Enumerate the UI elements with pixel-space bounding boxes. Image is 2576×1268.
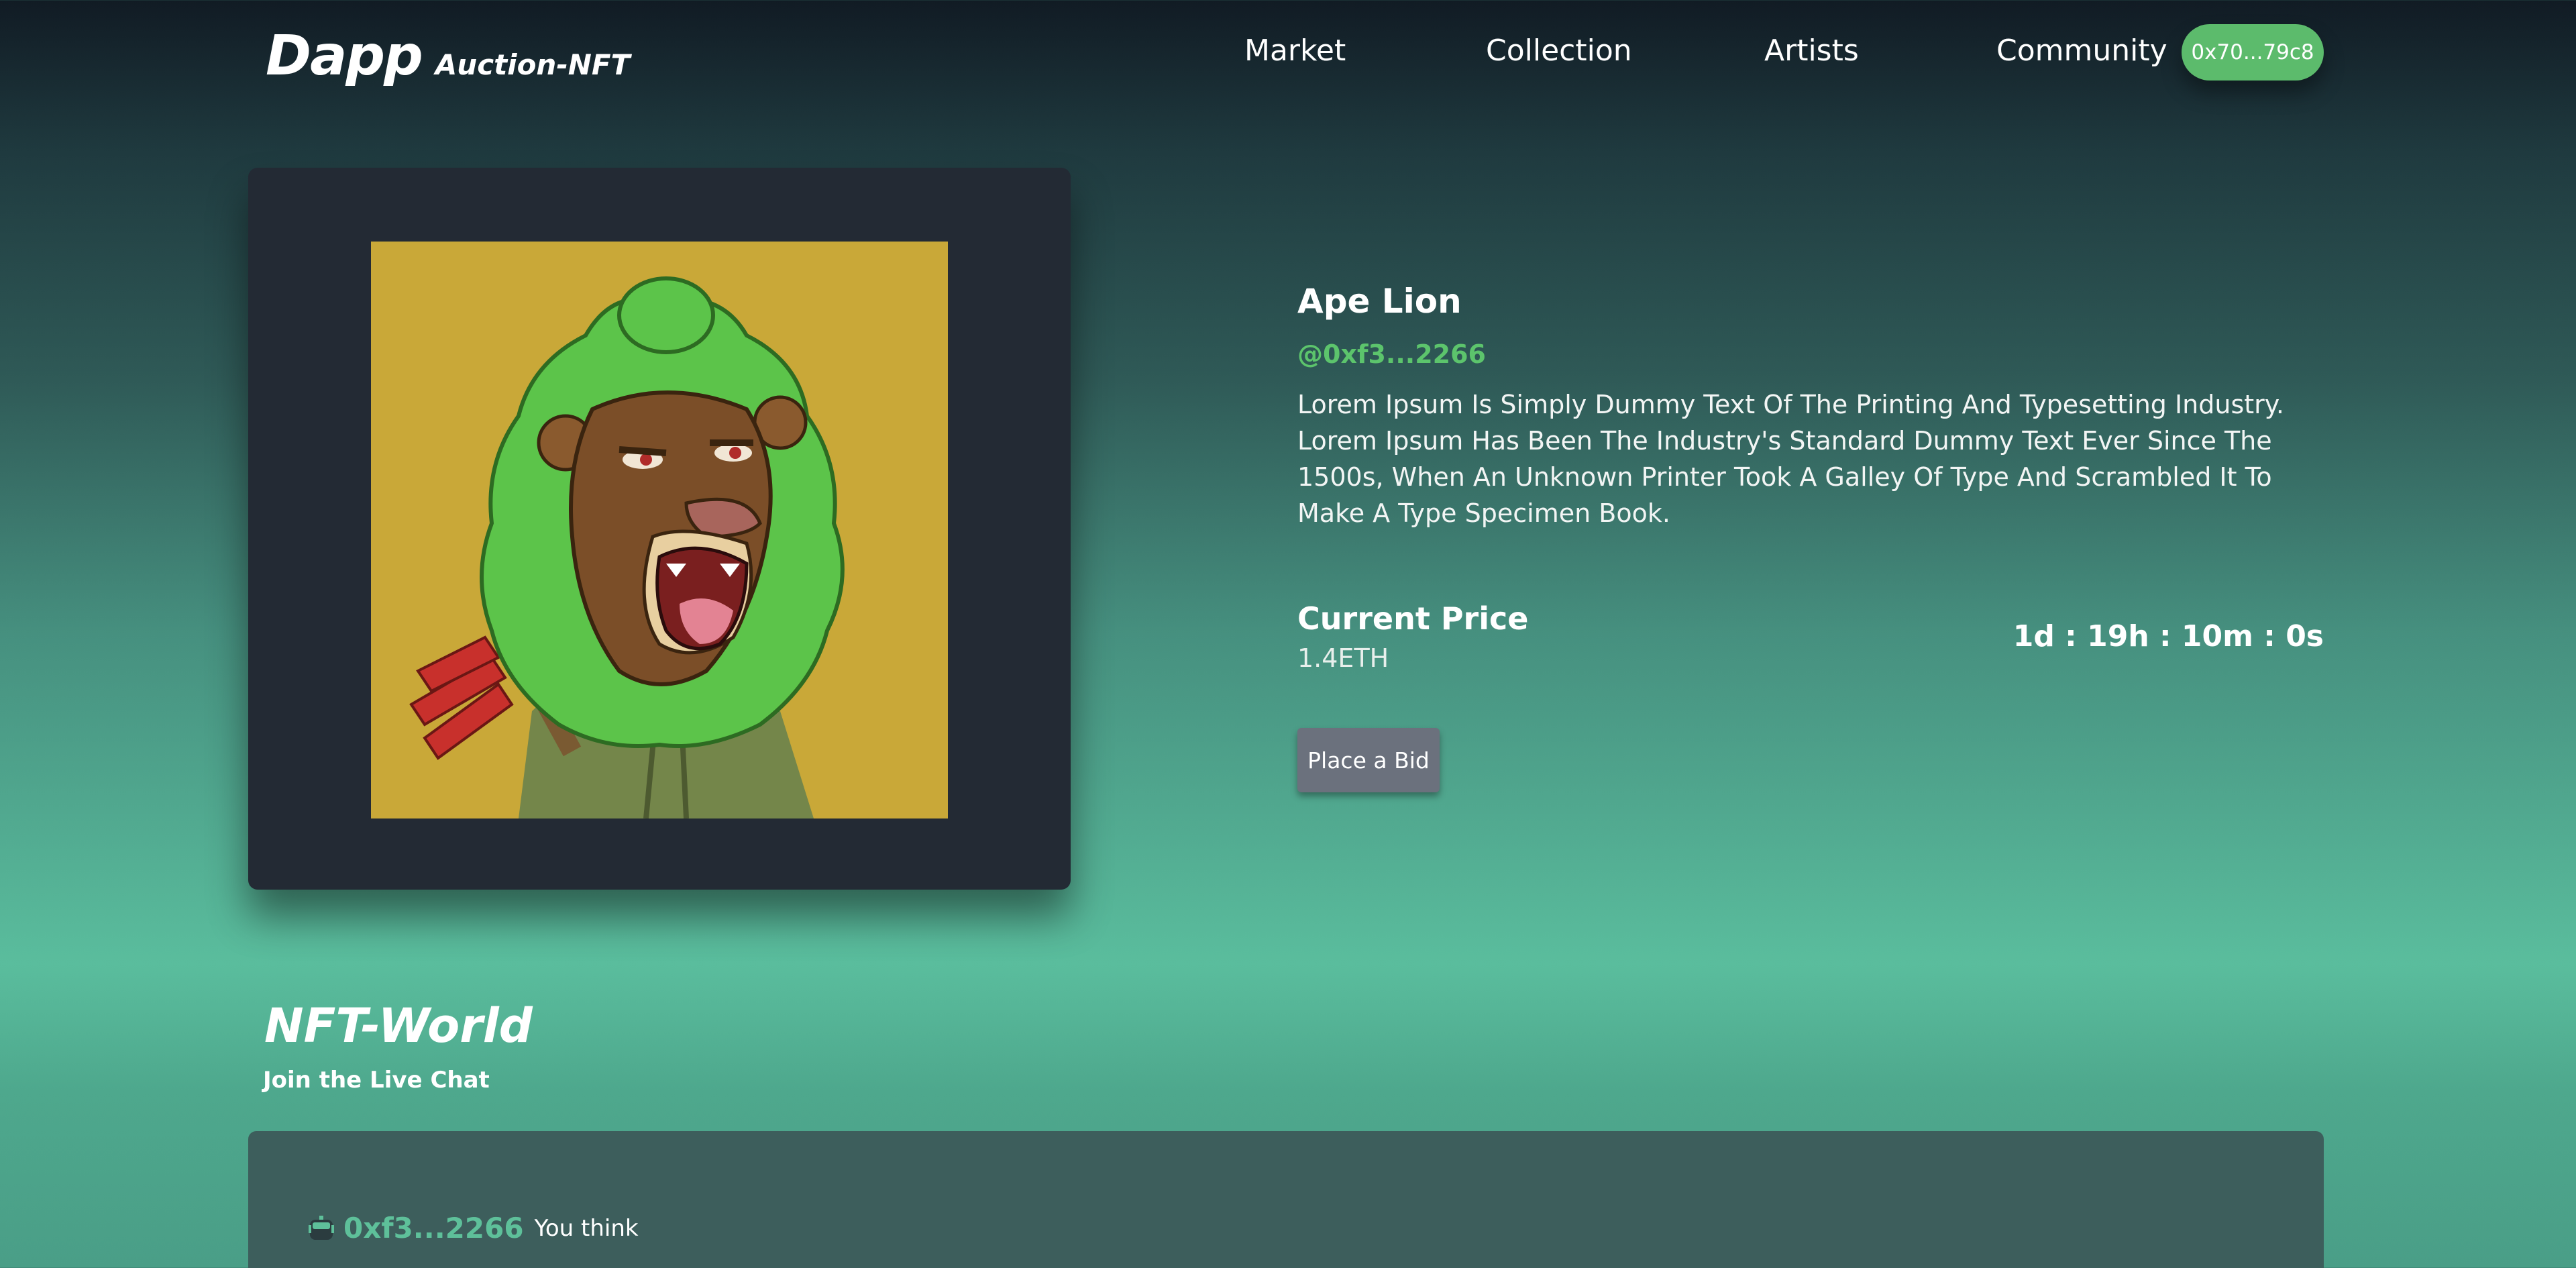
wallet-button[interactable]: 0x70...79c8 (2182, 24, 2324, 81)
chat-section-title: NFT-World (264, 998, 533, 1053)
chat-message-text: You think (534, 1214, 639, 1242)
price-row: Current Price 1.4ETH 1d : 19h : 10m : 0s (1297, 600, 2324, 673)
brand-logo: Dapp (266, 24, 423, 88)
auction-countdown: 1d : 19h : 10m : 0s (2012, 619, 2324, 653)
nft-owner[interactable]: @0xf3...2266 (1297, 339, 2324, 369)
nft-details: Ape Lion @0xf3...2266 Lorem Ipsum Is Sim… (1297, 282, 2324, 531)
nav-link-artists[interactable]: Artists (1764, 34, 1859, 68)
chat-message: 0xf3...2266 You think (306, 1212, 639, 1245)
nft-description: Lorem Ipsum Is Simply Dummy Text Of The … (1297, 390, 2284, 528)
nft-title: Ape Lion (1297, 282, 1462, 321)
chat-section-subtitle: Join the Live Chat (263, 1067, 490, 1094)
nft-card (248, 168, 1071, 890)
brand[interactable]: Dapp Auction-NFT (266, 24, 630, 88)
ape-lion-artwork (371, 242, 948, 818)
nav-link-market[interactable]: Market (1244, 34, 1346, 68)
chat-panel: 0xf3...2266 You think (248, 1131, 2324, 1268)
robot-avatar-icon (309, 1215, 334, 1240)
nav-link-community[interactable]: Community (1996, 34, 2167, 68)
chat-username[interactable]: 0xf3...2266 (343, 1212, 524, 1245)
nav-link-collection[interactable]: Collection (1486, 34, 1632, 68)
brand-subtitle: Auction-NFT (435, 48, 631, 81)
nft-image (371, 242, 948, 818)
place-bid-button[interactable]: Place a Bid (1297, 728, 1440, 792)
